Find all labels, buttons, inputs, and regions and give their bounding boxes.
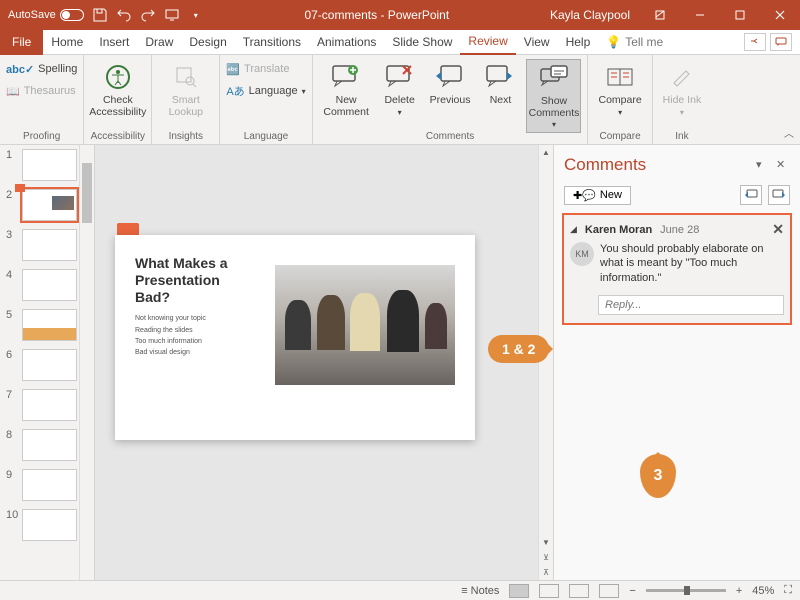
new-comment-pane-button[interactable]: ✚💬 New <box>564 186 631 205</box>
tell-me-search[interactable]: 💡 Tell me <box>606 35 663 49</box>
translate-button[interactable]: 🔤Translate <box>226 59 305 79</box>
previous-comment-button[interactable]: Previous <box>426 59 475 109</box>
slide-image[interactable] <box>275 265 455 385</box>
ribbon-tabs: File Home Insert Draw Design Transitions… <box>0 30 800 55</box>
next-comment-icon <box>484 61 516 93</box>
show-comments-icon <box>538 62 570 94</box>
collapse-comment-icon[interactable]: ◢ <box>570 224 577 235</box>
spelling-button[interactable]: abc✓Spelling <box>6 59 77 79</box>
tab-insert[interactable]: Insert <box>91 30 137 55</box>
reply-input[interactable] <box>598 295 784 315</box>
comment-date: June 28 <box>660 224 699 236</box>
smart-lookup-icon <box>170 61 202 93</box>
tab-file[interactable]: File <box>0 30 43 55</box>
tab-transitions[interactable]: Transitions <box>235 30 309 55</box>
compare-icon <box>604 61 636 93</box>
zoom-slider[interactable] <box>646 589 726 592</box>
group-insights-label: Insights <box>158 129 213 142</box>
check-accessibility-button[interactable]: Check Accessibility <box>90 59 145 120</box>
slide-title[interactable]: What Makes a Presentation Bad? <box>135 255 255 305</box>
comment-text: You should probably elaborate on what is… <box>600 242 784 285</box>
slide-thumbnails-pane: 1 2 3 4 5 6 7 8 9 10 <box>0 145 95 580</box>
comment-card[interactable]: ◢ Karen Moran June 28 ✕ KM You should pr… <box>562 213 792 325</box>
user-name[interactable]: Kayla Claypool <box>550 8 630 22</box>
callout-1-2: 1 & 2 <box>488 335 549 363</box>
status-bar: ≡Notes − + 45% ⛶ <box>0 580 800 600</box>
minimize-button[interactable] <box>680 0 720 30</box>
pane-options-icon[interactable]: ▾ <box>756 158 770 172</box>
autosave-label: AutoSave <box>8 9 56 21</box>
smart-lookup-button[interactable]: Smart Lookup <box>158 59 213 120</box>
ribbon: abc✓Spelling 📖Thesaurus Proofing Check A… <box>0 55 800 145</box>
slide: What Makes a Presentation Bad? Not knowi… <box>115 235 475 440</box>
tab-help[interactable]: Help <box>558 30 599 55</box>
previous-comment-nav[interactable] <box>740 185 762 205</box>
tell-me-label: Tell me <box>625 35 663 49</box>
toggle-off-icon <box>60 9 84 21</box>
zoom-in-button[interactable]: + <box>736 585 742 597</box>
tab-design[interactable]: Design <box>181 30 234 55</box>
canvas-scrollbar[interactable]: ▲ ▼ ⊻ ⊼ <box>538 145 553 580</box>
tab-view[interactable]: View <box>516 30 558 55</box>
compare-button[interactable]: Compare▾ <box>594 59 645 119</box>
accessibility-icon <box>102 61 134 93</box>
zoom-out-button[interactable]: − <box>629 585 635 597</box>
new-comment-button[interactable]: New Comment <box>319 59 374 120</box>
previous-comment-icon <box>434 61 466 93</box>
next-comment-nav[interactable] <box>768 185 790 205</box>
show-comments-button[interactable]: Show Comments▾ <box>526 59 581 133</box>
new-comment-icon <box>330 61 362 93</box>
delete-comment-icon[interactable]: ✕ <box>772 221 784 238</box>
lightbulb-icon: 💡 <box>606 35 621 49</box>
next-comment-button[interactable]: Next <box>480 59 520 109</box>
hide-ink-button[interactable]: Hide Ink▾ <box>659 59 706 119</box>
group-proofing-label: Proofing <box>6 129 77 142</box>
zoom-level[interactable]: 45% <box>752 585 774 597</box>
pane-close-icon[interactable]: ✕ <box>776 158 790 172</box>
slideshow-view-button[interactable] <box>599 584 619 598</box>
save-icon[interactable] <box>92 7 108 23</box>
slide-canvas[interactable]: What Makes a Presentation Bad? Not knowi… <box>95 145 553 580</box>
title-bar: AutoSave ▾ 07-comments - PowerPoint Kayl… <box>0 0 800 30</box>
slide-sorter-view-button[interactable] <box>539 584 559 598</box>
comments-pane: Comments ▾ ✕ ✚💬 New ◢ Karen Moran June 2… <box>553 145 800 580</box>
tab-animations[interactable]: Animations <box>309 30 384 55</box>
tab-review[interactable]: Review <box>460 30 515 55</box>
maximize-button[interactable] <box>720 0 760 30</box>
reading-view-button[interactable] <box>569 584 589 598</box>
comment-author: Karen Moran <box>585 224 652 236</box>
group-language-label: Language <box>226 129 305 142</box>
fit-to-window-button[interactable]: ⛶ <box>784 584 792 597</box>
tab-home[interactable]: Home <box>43 30 91 55</box>
share-button[interactable] <box>744 33 766 51</box>
comments-pane-title: Comments <box>564 155 750 175</box>
tab-slideshow[interactable]: Slide Show <box>384 30 460 55</box>
ribbon-display-icon[interactable] <box>640 0 680 30</box>
start-from-beginning-icon[interactable] <box>164 7 180 23</box>
qat-dropdown-icon[interactable]: ▾ <box>188 7 204 23</box>
ink-icon <box>666 61 698 93</box>
undo-icon[interactable] <box>116 7 132 23</box>
workspace: 1 2 3 4 5 6 7 8 9 10 What Makes a Presen… <box>0 145 800 580</box>
close-button[interactable] <box>760 0 800 30</box>
notes-button[interactable]: ≡Notes <box>461 585 499 597</box>
document-title: 07-comments - PowerPoint <box>204 8 550 22</box>
tab-draw[interactable]: Draw <box>137 30 181 55</box>
group-comments-label: Comments <box>319 129 582 142</box>
comment-avatar: KM <box>570 242 594 266</box>
normal-view-button[interactable] <box>509 584 529 598</box>
redo-icon[interactable] <box>140 7 156 23</box>
thesaurus-button[interactable]: 📖Thesaurus <box>6 81 77 101</box>
collapse-ribbon-icon[interactable]: ︿ <box>784 125 794 140</box>
new-comment-small-icon: ✚💬 <box>573 189 596 202</box>
delete-comment-button[interactable]: Delete▾ <box>380 59 420 119</box>
thumbnails-scrollbar[interactable] <box>79 145 94 580</box>
comments-toggle-button[interactable] <box>770 33 792 51</box>
delete-comment-icon <box>384 61 416 93</box>
group-accessibility-label: Accessibility <box>90 129 145 142</box>
group-compare-label: Compare <box>594 129 645 142</box>
autosave-toggle[interactable]: AutoSave <box>8 9 84 21</box>
group-ink-label: Ink <box>659 129 706 142</box>
language-button[interactable]: AあLanguage▾ <box>226 81 305 101</box>
